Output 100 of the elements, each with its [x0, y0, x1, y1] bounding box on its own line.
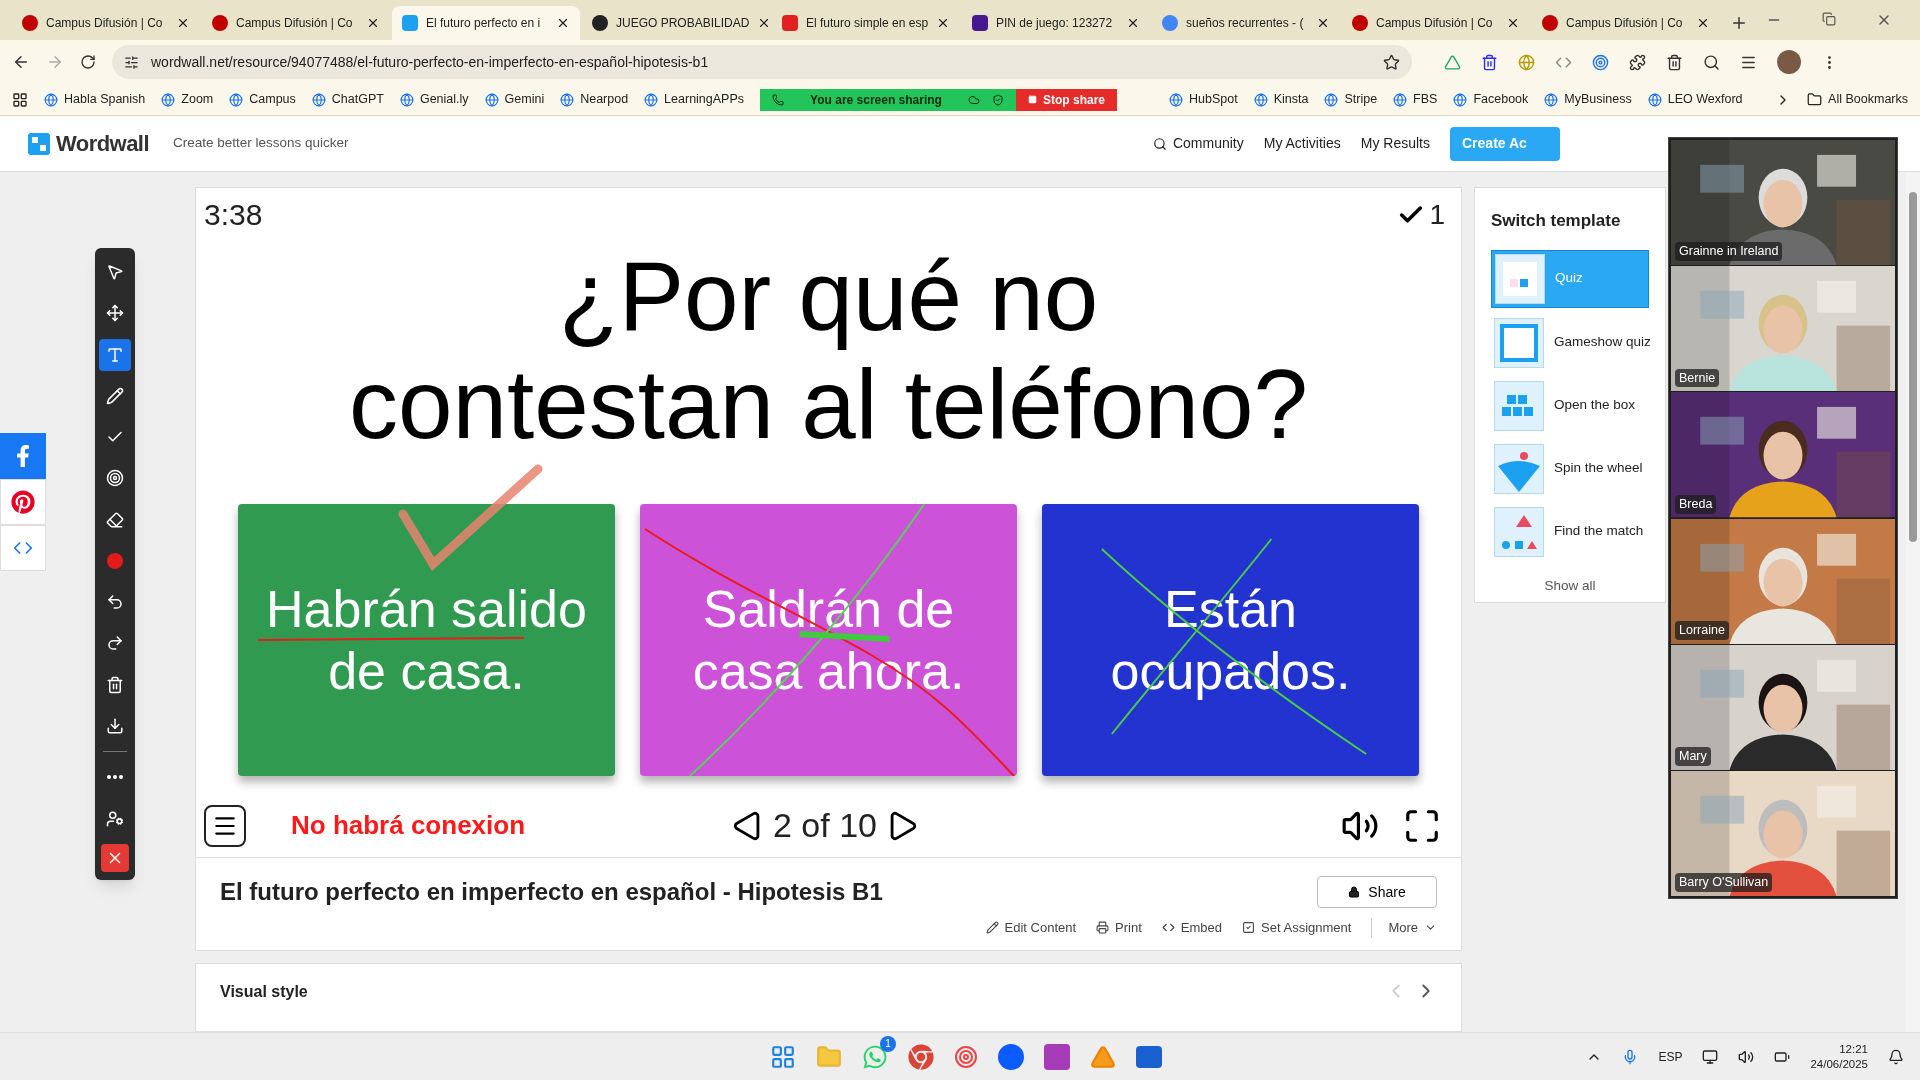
- menu-button[interactable]: [204, 804, 246, 847]
- nav-link[interactable]: My Results: [1360, 133, 1430, 154]
- profile-avatar[interactable]: [1777, 50, 1801, 74]
- trash-icon[interactable]: [1481, 53, 1498, 71]
- action-link[interactable]: Edit Content: [985, 918, 1077, 938]
- browser-tab[interactable]: Campus Difusión | Co: [1532, 6, 1720, 40]
- tab-title: Campus Difusión | Co: [236, 15, 354, 32]
- volume-icon[interactable]: [1738, 1048, 1755, 1065]
- question-text: ¿Por qué no contestan al teléfono?: [348, 242, 1309, 458]
- new-tab-icon[interactable]: [1730, 14, 1748, 32]
- reload-icon[interactable]: [80, 54, 96, 70]
- bookmark-item[interactable]: FBS: [1393, 90, 1438, 109]
- language-indicator[interactable]: ESP: [1658, 1047, 1683, 1066]
- back-icon[interactable]: [12, 53, 30, 71]
- bookmark-item[interactable]: Stripe: [1324, 90, 1378, 109]
- apps-icon[interactable]: [12, 91, 28, 108]
- bookmark-item[interactable]: HubSpot: [1169, 90, 1238, 109]
- bookmark-item[interactable]: Facebook: [1453, 90, 1529, 109]
- facebook-share-button[interactable]: [0, 433, 46, 479]
- bookmark-item[interactable]: Genial.ly: [399, 90, 469, 109]
- all-bookmarks[interactable]: All Bookmarks: [1807, 90, 1908, 109]
- cloud-icon: [968, 93, 981, 106]
- extension-icon[interactable]: [1592, 53, 1609, 71]
- trash-icon[interactable]: [1666, 53, 1683, 71]
- tab-title: Campus Difusión | Co: [1376, 15, 1494, 32]
- clock[interactable]: 12:21 24/06/2025: [1810, 1041, 1868, 1072]
- extensions-icon[interactable]: [1629, 53, 1646, 71]
- browser-tab[interactable]: sueños recurrentes - (: [1152, 6, 1340, 40]
- gameshow-thumbnail-icon: [1494, 317, 1544, 368]
- notifications-icon[interactable]: [1888, 1048, 1904, 1065]
- extension-icon[interactable]: [1518, 53, 1535, 71]
- search-tab-icon[interactable]: [1703, 53, 1720, 71]
- network-icon[interactable]: [1702, 1048, 1719, 1065]
- sharing-status: You are screen sharing: [809, 91, 943, 109]
- bookmark-item[interactable]: Gemini: [484, 90, 545, 109]
- bookmark-item[interactable]: Kinsta: [1253, 90, 1309, 109]
- template-item[interactable]: Find the match: [1491, 503, 1649, 560]
- tab-favicon-icon: [592, 15, 608, 31]
- windows-start-icon[interactable]: [770, 1043, 796, 1070]
- template-item[interactable]: Open the box: [1491, 377, 1649, 434]
- stop-share-button[interactable]: Stop share: [1016, 88, 1118, 111]
- restore-icon[interactable]: [1822, 12, 1836, 26]
- browser-tab[interactable]: El futuro perfecto en i: [392, 6, 580, 40]
- bookmark-item[interactable]: Zoom: [161, 90, 214, 109]
- browser-tab[interactable]: Campus Difusión | Co: [202, 6, 390, 40]
- tab-title: JUEGO PROBABILIDAD: [616, 15, 750, 32]
- browser-tab[interactable]: El futuro simple en esp: [772, 6, 960, 40]
- scrollbar-thumb[interactable]: [1909, 192, 1917, 542]
- action-link[interactable]: Embed: [1161, 918, 1223, 938]
- lock-icon: [1348, 886, 1361, 898]
- section-title: Visual style: [220, 981, 308, 1002]
- bookmark-item[interactable]: Campus: [229, 90, 296, 109]
- stop-icon: [1028, 95, 1038, 104]
- close-button[interactable]: [101, 844, 129, 872]
- bookmark-star-icon[interactable]: [1383, 53, 1400, 71]
- show-all-link[interactable]: Show all: [1491, 575, 1649, 596]
- tab-title: PIN de juego: 123272: [996, 15, 1114, 32]
- answer-card[interactable]: Habrán salido de casa.: [238, 504, 615, 776]
- move-icon: [106, 304, 124, 323]
- url-text: wordwall.net/resource/94077488/el-futuro-perfecto-en-imperfecto-en-español-hipotesis-b1: [151, 52, 710, 72]
- participant-name: Barry O'Sullivan: [1675, 873, 1773, 893]
- bookmark-item[interactable]: ChatGPT: [311, 90, 384, 109]
- whatsapp-icon[interactable]: [862, 1043, 888, 1070]
- bookmark-item[interactable]: LearningAPPs: [644, 90, 745, 109]
- close-tab-icon: [1126, 16, 1140, 30]
- wordwall-logo-icon: [28, 132, 50, 155]
- tab-favicon-icon: [1162, 15, 1178, 31]
- pinterest-share-button[interactable]: [0, 479, 46, 525]
- nav-link[interactable]: My Activities: [1263, 133, 1341, 154]
- bookmark-item[interactable]: MyBusiness: [1544, 90, 1632, 109]
- template-item[interactable]: Gameshow quiz: [1491, 314, 1649, 371]
- printer-icon: [1096, 921, 1110, 935]
- bookmark-item[interactable]: LEO Wexford: [1647, 90, 1743, 109]
- quiz-thumbnail-icon: [1495, 253, 1545, 304]
- chrome-icon[interactable]: [908, 1043, 934, 1070]
- tagline: Create better lessons quicker: [173, 134, 349, 153]
- browser-tab[interactable]: PIN de juego: 123272: [962, 6, 1150, 40]
- browser-tab[interactable]: Campus Difusión | Co: [1342, 6, 1530, 40]
- site-settings-icon: [124, 54, 139, 70]
- score: 1: [1429, 198, 1445, 232]
- close-tab-icon: [366, 16, 380, 30]
- bookmark-icon: [311, 92, 326, 107]
- bookmark-item[interactable]: Nearpod: [560, 90, 629, 109]
- address-bar[interactable]: wordwall.net/resource/94077488/el-futuro-perfecto-en-imperfecto-en-español-hipotesis-b1: [112, 45, 1412, 79]
- action-link[interactable]: Print: [1096, 918, 1142, 938]
- pointer-icon: [106, 263, 124, 281]
- tool-button[interactable]: [99, 338, 131, 371]
- template-item[interactable]: Spin the wheel: [1491, 440, 1649, 497]
- participant-name: Mary: [1675, 747, 1711, 766]
- wheel-icon: [1494, 443, 1544, 494]
- bookmark-item[interactable]: Habla Spanish: [44, 90, 146, 109]
- close-tab-icon: [176, 16, 190, 30]
- browser-tab[interactable]: Campus Difusión | Co: [12, 6, 200, 40]
- browser-tab[interactable]: JUEGO PROBABILIDAD: [582, 6, 770, 40]
- share-button[interactable]: Share: [1317, 876, 1437, 908]
- action-link[interactable]: Set Assignment: [1242, 918, 1352, 938]
- embed-share-button[interactable]: [0, 525, 46, 571]
- search-icon: [1152, 136, 1167, 151]
- more-dropdown[interactable]: More: [1371, 918, 1437, 938]
- nav-link[interactable]: Community: [1152, 133, 1244, 154]
